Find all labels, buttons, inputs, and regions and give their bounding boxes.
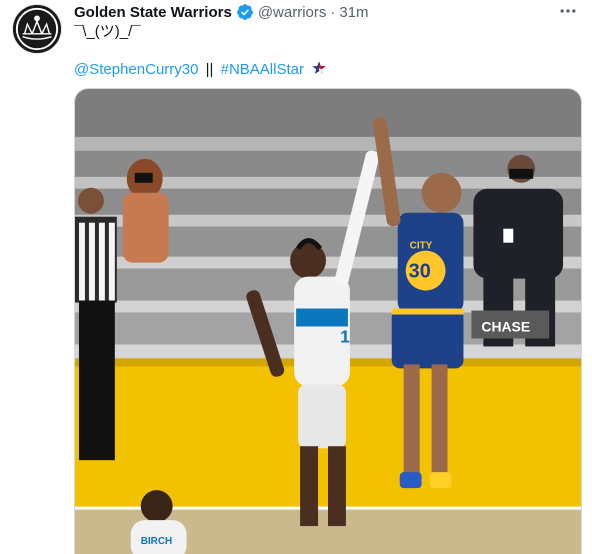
more-options-icon[interactable] [556, 2, 580, 20]
defender-jersey-number: 1 [340, 326, 350, 346]
curry-jersey-number: 30 [409, 261, 431, 283]
video-thumbnail: CHASE 1 30 CITY BIRCH [75, 89, 581, 554]
author-avatar[interactable] [12, 4, 62, 54]
author-handle[interactable]: @warriors [258, 4, 327, 21]
warriors-logo-icon [13, 5, 61, 53]
nba-all-star-star-icon [311, 60, 327, 76]
tweet-text-line-2: @StephenCurry30 || #NBAAllStar [74, 60, 327, 80]
foreground-jersey-text: BIRCH [141, 536, 173, 547]
hashtag-link[interactable]: #NBAAllStar [221, 61, 304, 78]
tweet-text-line-1: ¯\_(ツ)_/¯ [74, 23, 141, 40]
header-separator: · [330, 3, 336, 21]
mention-link[interactable]: @StephenCurry30 [74, 61, 198, 78]
curry-jersey-text: CITY [410, 241, 433, 252]
chase-sponsor-text: CHASE [481, 318, 530, 334]
tweet-header: Golden State Warriors @warriors · 31m [74, 2, 582, 22]
tweet-timestamp[interactable]: 31m [339, 4, 368, 21]
author-display-name[interactable]: Golden State Warriors [74, 4, 232, 21]
verified-badge-icon [236, 3, 254, 21]
tweet-media-video[interactable]: CHASE 1 30 CITY BIRCH [74, 88, 582, 554]
text-divider: || [205, 61, 214, 78]
